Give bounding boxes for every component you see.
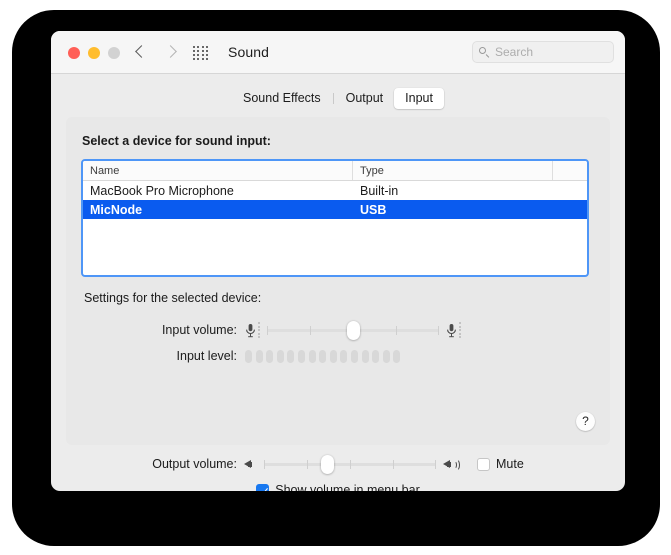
column-header-spacer <box>553 161 587 180</box>
microphone-glyph <box>447 323 456 337</box>
sound-preferences-window: Sound Search Sound Effects Output Input … <box>51 31 625 491</box>
device-type: Built-in <box>360 183 399 198</box>
show-volume-checkbox[interactable] <box>256 483 270 491</box>
slider-tick <box>263 460 265 469</box>
search-placeholder: Search <box>495 45 534 59</box>
slider-tick <box>434 460 436 469</box>
output-volume-row: Output volume: Mute <box>51 455 625 474</box>
show-volume-menu-bar-group[interactable]: Show volume in menu bar <box>51 483 625 491</box>
tab-input[interactable]: Input <box>394 88 444 109</box>
table-row[interactable]: MacBook Pro Microphone Built-in <box>83 181 587 200</box>
help-button[interactable]: ? <box>576 412 595 431</box>
input-volume-row: Input volume: <box>141 321 461 340</box>
slider-tick <box>310 326 311 335</box>
mute-checkbox-group[interactable]: Mute <box>476 457 524 471</box>
input-device-table[interactable]: Name Type MacBook Pro Microphone Built-i… <box>81 159 589 277</box>
back-chevron-icon[interactable] <box>134 43 148 62</box>
slider-tick <box>349 460 351 469</box>
column-header-name[interactable]: Name <box>83 161 353 180</box>
input-settings-panel: Select a device for sound input: Name Ty… <box>66 117 610 445</box>
microphone-high-icon <box>446 322 461 338</box>
tab-sound-effects[interactable]: Sound Effects <box>232 88 332 109</box>
slider-tick <box>392 460 394 469</box>
slider-tick <box>267 326 268 335</box>
input-level-meter <box>245 349 401 363</box>
navigation-buttons <box>134 43 178 62</box>
input-volume-slider[interactable] <box>267 321 439 340</box>
settings-heading: Settings for the selected device: <box>84 291 262 305</box>
device-type: USB <box>360 202 387 217</box>
window-titlebar[interactable]: Sound Search <box>51 31 625 74</box>
search-icon <box>479 46 490 58</box>
tab-bar: Sound Effects Output Input <box>51 88 625 109</box>
input-level-row: Input level: <box>141 349 401 363</box>
device-name: MacBook Pro Microphone <box>90 183 234 198</box>
input-level-label: Input level: <box>176 349 237 363</box>
window-title: Sound <box>228 44 269 60</box>
table-row[interactable]: MicNode USB <box>83 200 587 219</box>
tab-separator <box>332 93 334 104</box>
slider-tick <box>438 326 439 335</box>
column-header-type[interactable]: Type <box>353 161 553 180</box>
zoom-button[interactable] <box>108 47 120 59</box>
speaker-low-icon <box>243 457 257 471</box>
traffic-light-buttons <box>68 47 120 59</box>
tab-output[interactable]: Output <box>335 88 395 109</box>
slider-thumb[interactable] <box>321 455 335 474</box>
table-header-row: Name Type <box>83 161 587 181</box>
mute-checkbox[interactable] <box>476 457 490 471</box>
slider-thumb[interactable] <box>346 321 360 340</box>
speaker-high-icon <box>442 457 463 471</box>
input-volume-label: Input volume: <box>161 323 237 337</box>
mic-level-dots-large <box>459 322 461 338</box>
show-all-grid-icon[interactable] <box>193 46 209 61</box>
search-field[interactable]: Search <box>472 41 614 63</box>
microphone-low-icon <box>245 322 260 338</box>
output-volume-label: Output volume: <box>152 457 237 471</box>
output-volume-slider[interactable] <box>263 455 436 474</box>
mic-level-dots-small <box>258 322 260 338</box>
device-name: MicNode <box>90 202 143 217</box>
microphone-glyph <box>246 323 255 337</box>
show-volume-label: Show volume in menu bar <box>275 483 420 491</box>
forward-chevron-icon[interactable] <box>164 43 178 62</box>
slider-tick <box>396 326 397 335</box>
slider-tick <box>306 460 308 469</box>
device-list-heading: Select a device for sound input: <box>82 134 271 148</box>
close-button[interactable] <box>68 47 80 59</box>
mute-label: Mute <box>495 457 524 471</box>
minimize-button[interactable] <box>88 47 100 59</box>
